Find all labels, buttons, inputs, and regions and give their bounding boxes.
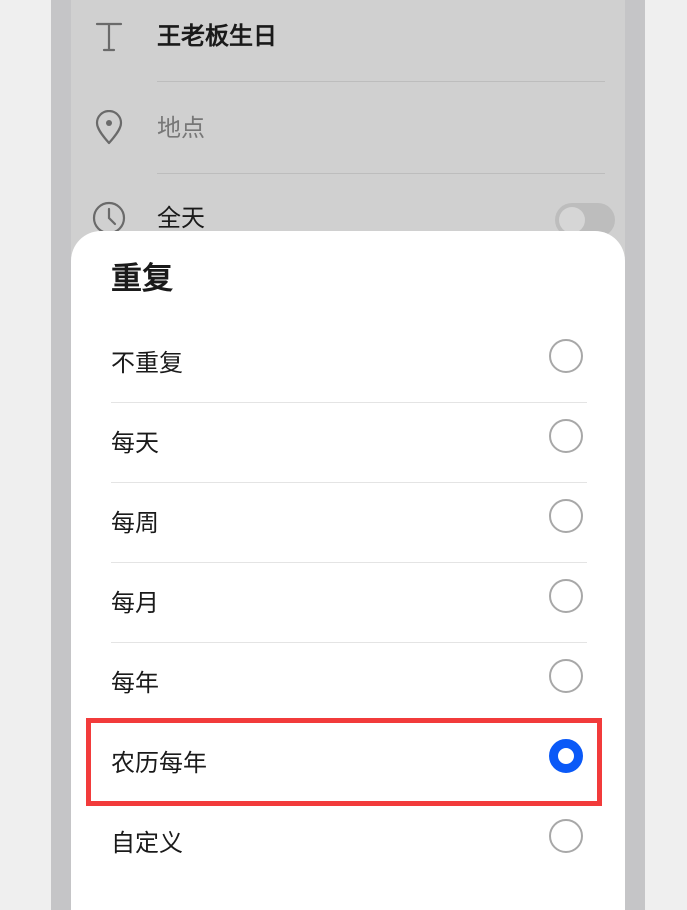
repeat-option-monthly[interactable]: 每月: [111, 563, 587, 643]
radio-button[interactable]: [549, 579, 583, 613]
event-title-field[interactable]: 王老板生日: [157, 18, 277, 54]
option-label: 不重复: [111, 349, 183, 377]
radio-button[interactable]: [549, 339, 583, 373]
repeat-option-weekly[interactable]: 每周: [111, 483, 587, 563]
title-row[interactable]: 王老板生日: [71, 0, 625, 82]
option-label: 农历每年: [111, 749, 207, 777]
option-label: 每周: [111, 509, 159, 537]
radio-button[interactable]: [549, 819, 583, 853]
location-row[interactable]: 地点: [71, 82, 625, 174]
option-label: 每年: [111, 669, 159, 697]
option-label: 每天: [111, 429, 159, 457]
radio-button[interactable]: [549, 419, 583, 453]
radio-button[interactable]: [549, 659, 583, 693]
option-label: 每月: [111, 589, 159, 617]
sheet-title: 重复: [111, 261, 173, 297]
radio-button-selected[interactable]: [549, 739, 583, 773]
location-pin-icon: [95, 110, 123, 145]
toggle-knob: [559, 207, 585, 233]
repeat-bottom-sheet: 重复 不重复 每天 每周 每月 每年 农历每年 自定义: [71, 231, 625, 910]
repeat-option-daily[interactable]: 每天: [111, 403, 587, 483]
repeat-option-lunar-yearly[interactable]: 农历每年: [111, 723, 587, 803]
repeat-option-yearly[interactable]: 每年: [111, 643, 587, 723]
repeat-option-none[interactable]: 不重复: [111, 323, 587, 403]
repeat-option-custom[interactable]: 自定义: [111, 803, 587, 883]
location-field[interactable]: 地点: [157, 110, 205, 146]
radio-button[interactable]: [549, 499, 583, 533]
text-icon: [95, 22, 123, 52]
option-label: 自定义: [111, 829, 183, 857]
